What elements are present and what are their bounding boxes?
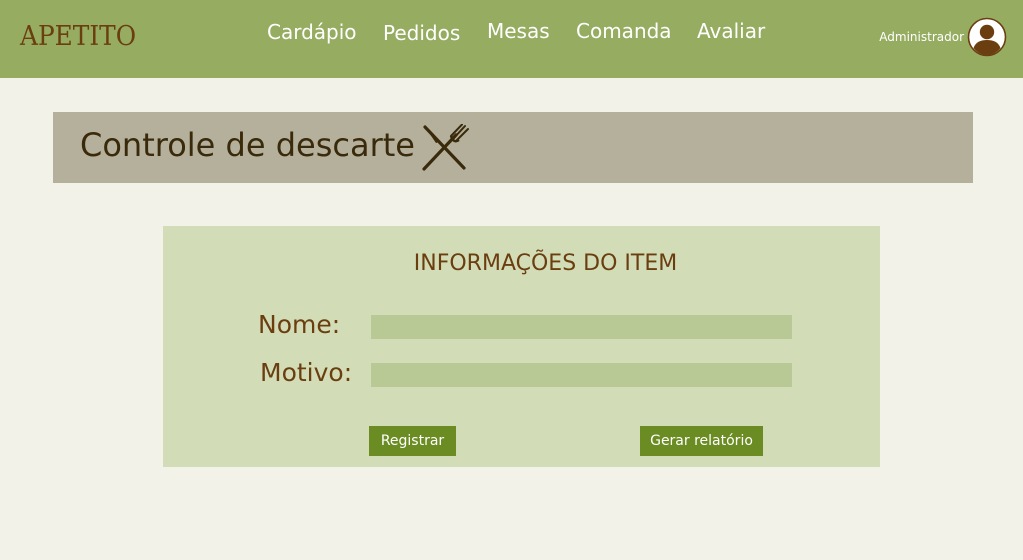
top-navbar: APETITO Cardápio Pedidos Mesas Comanda A… (0, 0, 1023, 78)
page-title: Controle de descarte (80, 126, 415, 164)
nav-link-cardapio[interactable]: Cardápio (267, 20, 357, 44)
user-avatar-icon[interactable] (967, 17, 1007, 57)
nav-link-pedidos[interactable]: Pedidos (383, 21, 460, 45)
card-title: INFORMAÇÕES DO ITEM (413, 251, 678, 276)
nav-link-mesas[interactable]: Mesas (487, 19, 550, 43)
reason-input[interactable] (371, 363, 792, 387)
nav-link-comanda[interactable]: Comanda (576, 19, 672, 43)
name-input[interactable] (371, 315, 792, 339)
register-button[interactable]: Registrar (369, 426, 456, 456)
page-title-bar: Controle de descarte (53, 112, 973, 183)
nav-link-avaliar[interactable]: Avaliar (697, 19, 765, 43)
app-logo[interactable]: APETITO (20, 21, 136, 52)
user-menu[interactable]: Administrador (879, 17, 1007, 57)
user-name-label: Administrador (879, 30, 964, 44)
fork-knife-crossed-icon (422, 124, 469, 171)
reason-label: Motivo: (260, 358, 353, 387)
generate-report-button[interactable]: Gerar relatório (640, 426, 763, 456)
item-info-card: INFORMAÇÕES DO ITEM Nome: Motivo: Regist… (163, 226, 880, 467)
name-label: Nome: (258, 310, 341, 339)
